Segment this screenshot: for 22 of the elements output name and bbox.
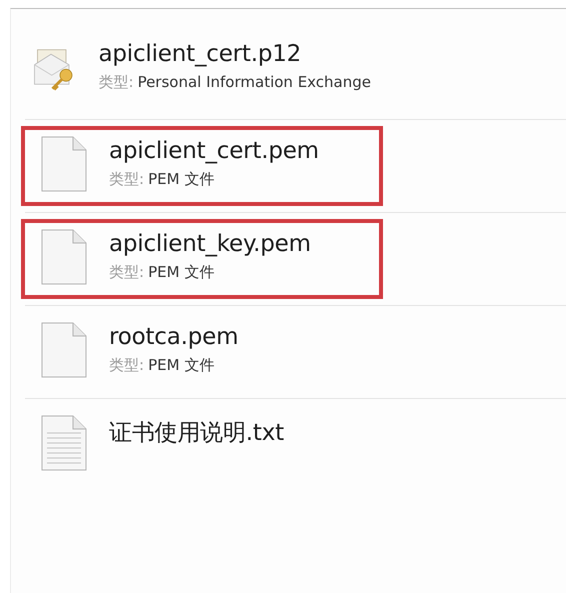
file-name: apiclient_cert.pem: [109, 138, 319, 164]
type-label: 类型:: [109, 170, 144, 189]
type-label: 类型:: [109, 263, 144, 282]
file-name: apiclient_key.pem: [109, 231, 311, 257]
highlighted-file-item[interactable]: apiclient_cert.pem 类型: PEM 文件: [21, 126, 383, 206]
file-name: rootca.pem: [109, 324, 238, 350]
text-file-icon: [41, 415, 87, 471]
file-name: 证书使用说明.txt: [109, 419, 284, 448]
blank-file-icon: [41, 229, 87, 285]
blank-file-icon: [41, 136, 87, 192]
file-type: PEM 文件: [148, 170, 214, 189]
file-item[interactable]: apiclient_cert.p12 类型: Personal Information Exchange: [21, 29, 383, 113]
blank-file-icon: [41, 322, 87, 378]
file-item[interactable]: 证书使用说明.txt: [21, 405, 383, 485]
type-label: 类型:: [98, 73, 134, 92]
highlighted-file-item[interactable]: apiclient_key.pem 类型: PEM 文件: [21, 219, 383, 299]
file-type: PEM 文件: [148, 263, 214, 282]
file-item[interactable]: rootca.pem 类型: PEM 文件: [21, 312, 383, 392]
file-name: apiclient_cert.p12: [98, 41, 302, 67]
file-type: Personal Information Exchange: [138, 73, 371, 92]
file-type: PEM 文件: [148, 356, 214, 375]
type-label: 类型:: [109, 356, 144, 375]
